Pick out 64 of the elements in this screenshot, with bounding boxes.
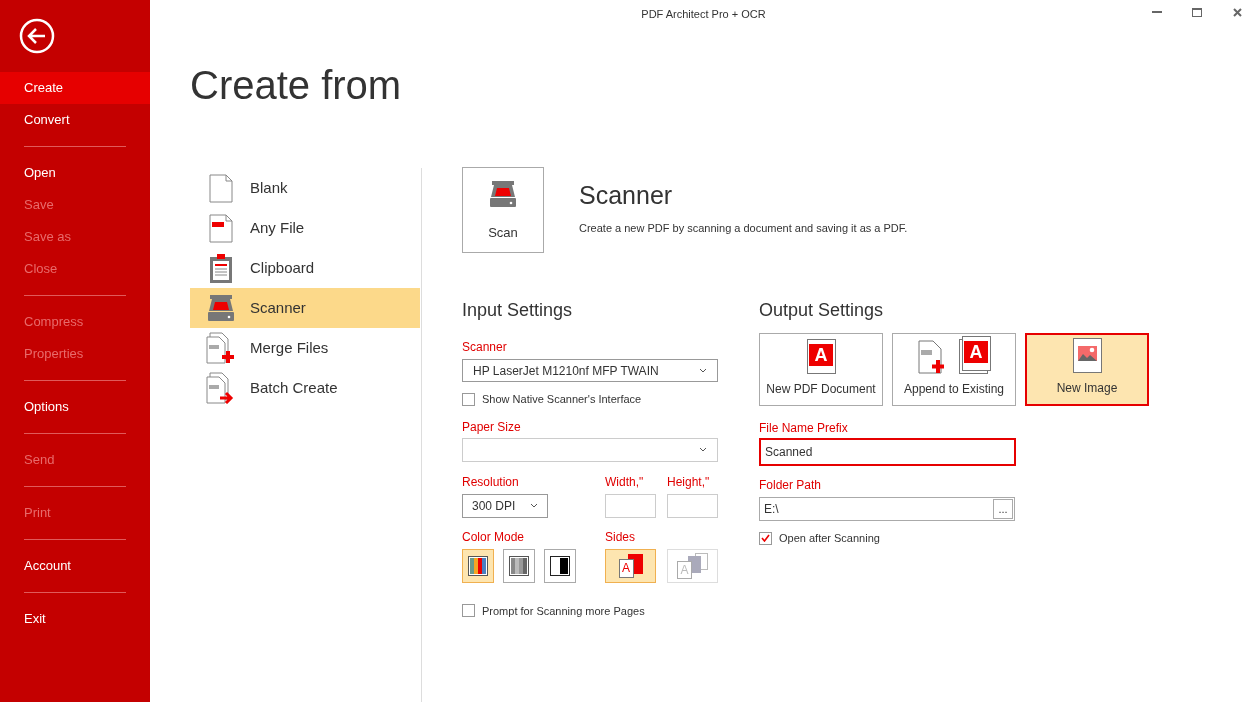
checkbox[interactable] bbox=[462, 604, 475, 618]
source-item[interactable]: Merge Files bbox=[190, 328, 420, 368]
output-target-button[interactable]: New Image bbox=[1025, 333, 1149, 406]
source-item[interactable]: Clipboard bbox=[190, 248, 420, 288]
source-item[interactable]: Scanner bbox=[190, 288, 420, 328]
field-label: Folder Path bbox=[759, 477, 823, 493]
pdf-document-icon: A bbox=[806, 339, 836, 374]
scanner-icon bbox=[207, 294, 235, 322]
field-label: Sides bbox=[605, 528, 637, 545]
color-mode-button[interactable] bbox=[462, 548, 494, 583]
close-icon[interactable] bbox=[1232, 7, 1242, 17]
sidebar-item[interactable]: Open bbox=[0, 157, 150, 189]
field-label: Height," bbox=[667, 473, 711, 490]
resolution-dropdown[interactable]: 300 DPI bbox=[462, 493, 548, 518]
section-heading: Input Settings bbox=[462, 299, 574, 322]
output-target-button[interactable]: A Append to Existing bbox=[892, 333, 1016, 406]
field-label: Color Mode bbox=[462, 528, 526, 545]
checkbox[interactable] bbox=[759, 531, 772, 545]
checkbox-label: Show Native Scanner's Interface bbox=[482, 392, 642, 407]
sidebar-item[interactable]: Account bbox=[0, 550, 150, 582]
width-field[interactable] bbox=[605, 493, 656, 518]
image-page-icon bbox=[1072, 338, 1102, 373]
height-field[interactable] bbox=[667, 493, 718, 518]
field-label: Resolution bbox=[462, 473, 520, 490]
scan-button[interactable]: Scan bbox=[462, 167, 544, 253]
source-item[interactable]: Batch Create bbox=[190, 368, 420, 408]
maximize-icon[interactable] bbox=[1192, 7, 1202, 17]
field-label: Scanner bbox=[462, 339, 508, 355]
field-label: File Name Prefix bbox=[759, 420, 849, 436]
sides-button[interactable]: A bbox=[605, 548, 656, 583]
section-heading: Output Settings bbox=[759, 299, 885, 322]
blank-page-icon bbox=[209, 173, 233, 203]
color-mode-button[interactable] bbox=[544, 548, 576, 583]
batch-create-icon bbox=[206, 372, 236, 404]
field-label: Paper Size bbox=[462, 418, 522, 435]
source-item[interactable]: Any File bbox=[190, 208, 420, 248]
window-title: PDF Architect Pro + OCR bbox=[641, 6, 766, 22]
sidebar-item[interactable]: Options bbox=[0, 391, 150, 423]
merge-files-icon bbox=[206, 332, 236, 364]
color-mode-button[interactable] bbox=[503, 548, 535, 583]
clipboard-icon bbox=[209, 252, 233, 284]
browse-button[interactable]: ... bbox=[993, 499, 1013, 519]
scanner-dropdown[interactable]: HP LaserJet M1210nf MFP TWAIN bbox=[462, 359, 718, 382]
file-name-prefix-field[interactable]: Scanned bbox=[759, 438, 1016, 466]
color-bars-icon bbox=[468, 555, 488, 576]
check-icon bbox=[761, 534, 770, 543]
folder-path-field[interactable]: E:\ bbox=[760, 500, 779, 518]
scanner-icon bbox=[489, 180, 517, 208]
section-title: Scanner bbox=[579, 181, 674, 209]
sidebar-item[interactable]: Convert bbox=[0, 104, 150, 136]
grayscale-bars-icon bbox=[509, 555, 529, 576]
field-label: Width," bbox=[605, 473, 645, 490]
file-icon bbox=[209, 213, 233, 243]
monochrome-icon bbox=[550, 555, 570, 576]
checkbox-label: Prompt for Scanning more Pages bbox=[482, 603, 645, 619]
back-icon[interactable] bbox=[19, 18, 55, 54]
output-target-button[interactable]: A New PDF Document bbox=[759, 333, 883, 406]
source-item[interactable]: Blank bbox=[190, 168, 420, 208]
checkbox[interactable] bbox=[462, 392, 475, 406]
page-title: Create from bbox=[190, 63, 402, 107]
checkbox-label: Open after Scanning bbox=[779, 531, 880, 546]
section-description: Create a new PDF by scanning a document and saving it as a PDF. bbox=[579, 221, 908, 236]
sidebar-item[interactable]: Exit bbox=[0, 603, 150, 635]
sidebar-item[interactable]: Create bbox=[0, 72, 150, 104]
